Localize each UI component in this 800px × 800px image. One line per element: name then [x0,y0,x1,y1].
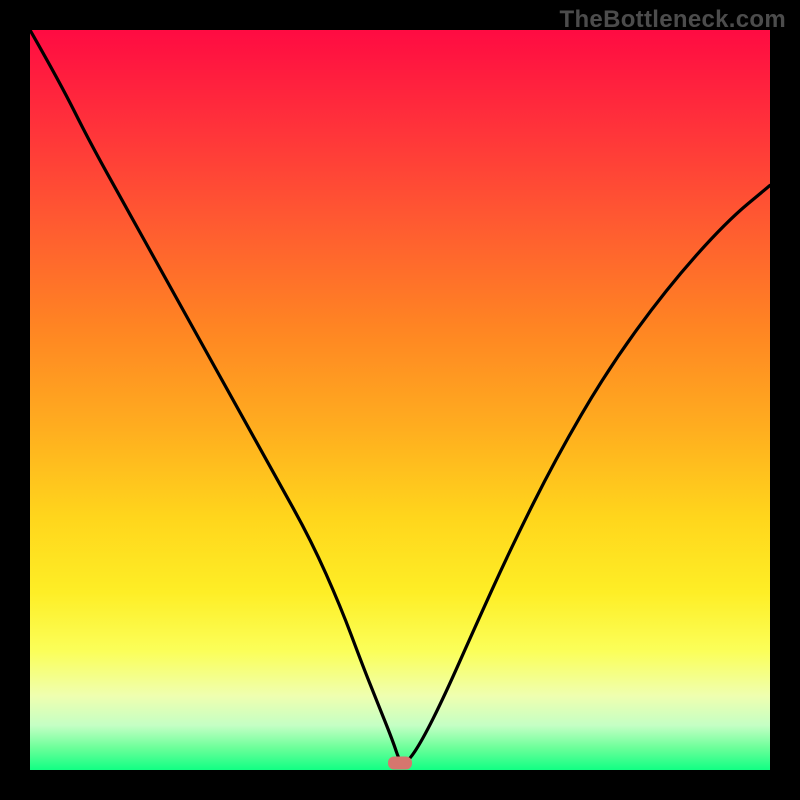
optimal-point-marker [388,756,412,769]
bottleneck-curve [30,30,770,770]
curve-path [30,30,770,763]
chart-frame: TheBottleneck.com [0,0,800,800]
plot-area [30,30,770,770]
watermark-text: TheBottleneck.com [560,6,786,34]
